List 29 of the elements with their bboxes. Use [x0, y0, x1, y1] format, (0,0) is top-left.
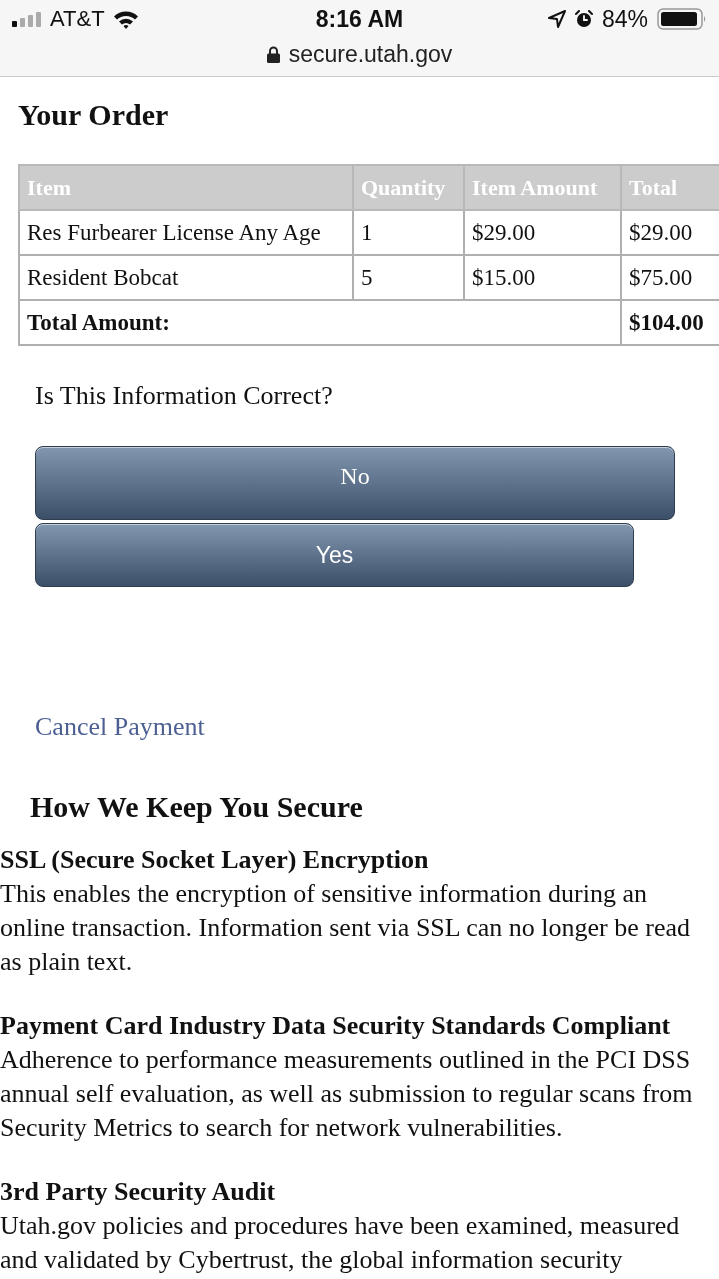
security-title: How We Keep You Secure	[30, 790, 363, 824]
confirm-question: Is This Information Correct?	[35, 381, 333, 411]
address-url[interactable]: secure.utah.gov	[288, 40, 453, 68]
section-heading: Payment Card Industry Data Security Standards Compliant	[0, 1010, 671, 1042]
signal-icon	[12, 11, 42, 27]
section-heading: SSL (Secure Socket Layer) Encryption	[0, 844, 429, 876]
lock-icon	[266, 45, 280, 63]
answer-button[interactable]: Yes	[35, 523, 634, 587]
section-text: This enables the encryption of sensitive information during an online transaction. Information sent via SSL can no longer be read as plain text.	[0, 878, 691, 978]
table-cell: $29.00	[464, 210, 621, 255]
section-text: Utah.gov policies and procedures have been examined, measured and validated by Cybertrust, the global information security	[0, 1210, 681, 1276]
status-time: 8:16 AM	[315, 5, 404, 33]
table-cell: $15.00	[464, 255, 621, 300]
wifi-icon	[112, 9, 139, 29]
alarm-clock-icon	[574, 10, 593, 28]
total-label-cell: Total Amount:	[19, 300, 621, 345]
table-cell: 1	[353, 210, 464, 255]
order-title: Your Order	[18, 98, 169, 132]
carrier-name: AT&T	[50, 6, 105, 32]
answer-button[interactable]: No	[35, 446, 675, 520]
section-heading: 3rd Party Security Audit	[0, 1176, 276, 1208]
battery-icon	[657, 8, 707, 30]
table-cell: 5	[353, 255, 464, 300]
table-cell: Res Furbearer License Any Age	[19, 210, 353, 255]
battery-percent: 84%	[601, 5, 648, 33]
cancel-payment-link[interactable]: Cancel Payment	[35, 712, 205, 742]
location-arrow-icon	[547, 10, 566, 28]
table-cell: Resident Bobcat	[19, 255, 353, 300]
section-text: Adherence to performance measurements outlined in the PCI DSS annual self evaluation, as well as submission to regular scans from Security Metrics to search for network vulnerabilities.	[0, 1044, 694, 1144]
